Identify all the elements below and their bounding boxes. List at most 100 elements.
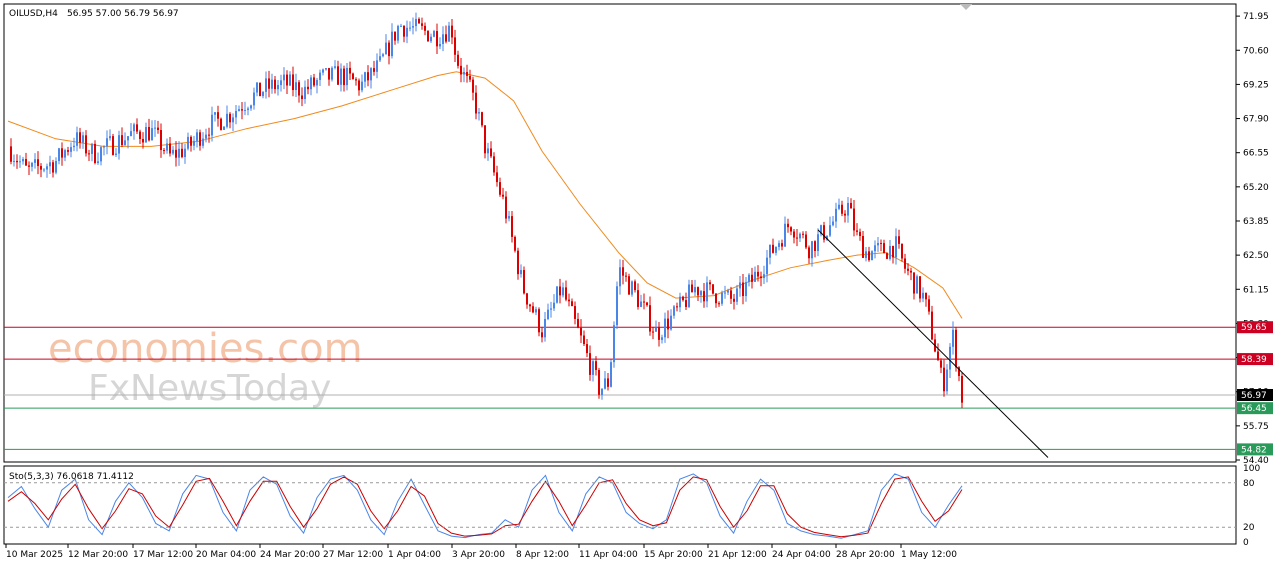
candle-body [64,150,66,158]
candle-body [451,25,453,38]
candle-body [799,233,801,239]
candle-body [316,79,318,86]
candle-body [502,194,504,197]
candle-body [754,271,756,282]
candle-body [709,282,711,285]
candle-body [28,165,30,167]
candle-body [328,68,330,80]
candle-body [454,37,456,55]
candle-body [757,271,759,277]
candle-body [523,270,525,294]
candle-body [592,361,594,375]
candle-body [73,145,75,148]
candle-body [727,290,729,293]
candle-body [295,82,297,91]
x-tick-label: 1 Apr 04:00 [388,550,441,560]
candle-body [682,296,684,301]
candle-body [166,143,168,151]
candle-body [352,73,354,80]
candle-body [724,292,726,294]
candle-body [718,303,720,305]
candle-body [916,276,918,294]
candle-body [823,225,825,240]
candle-body [496,172,498,183]
candle-body [16,160,18,163]
candle-body [13,160,15,162]
candle-body [778,243,780,247]
y-tick-label: 69.25 [1243,80,1269,90]
candle-body [226,113,228,127]
candle-body [619,267,621,287]
candle-body [187,136,189,149]
candle-body [25,159,27,166]
candle-body [925,292,927,300]
candle-body [646,302,648,306]
candle-body [157,127,159,131]
candle-body [733,298,735,302]
candle-body [604,378,606,389]
candle-body [541,332,543,338]
candle-body [130,131,132,137]
candle-body [853,208,855,231]
candle-body [610,362,612,387]
candle-body [538,309,540,333]
candle-body [670,315,672,330]
candle-body [931,311,933,340]
candle-body [829,225,831,236]
candle-body [70,147,72,152]
candle-body [595,361,597,370]
candle-body [223,126,225,130]
candle-body [172,149,174,154]
chart-canvas: economies.com FxNewsToday OILUSD,H4 56.9… [3,3,1273,560]
candle-body [526,293,528,305]
candle-body [484,125,486,154]
candle-body [220,118,222,130]
candle-body [271,79,273,89]
candle-body [700,291,702,296]
candle-body [400,25,402,27]
candle-body [448,25,450,42]
watermark-economies: economies.com [48,326,363,372]
candle-body [898,236,900,244]
candle-body [922,292,924,299]
candle-body [913,272,915,294]
candle-body [244,109,246,111]
candle-body [466,71,468,76]
stoch-level-label: 20 [1243,523,1255,533]
candle-body [139,131,141,139]
candle-body [805,234,807,248]
candle-body [880,242,882,244]
candle-body [358,80,360,91]
candle-body [907,268,909,271]
y-tick-label: 62.50 [1243,251,1269,261]
candle-body [67,150,69,152]
candle-body [394,31,396,41]
candle-body [88,153,90,155]
candle-body [376,60,378,72]
candle-body [106,138,108,147]
candle-body [577,318,579,328]
candle-body [742,282,744,297]
candle-body [892,246,894,258]
candle-body [772,244,774,253]
candle-body [679,296,681,308]
candle-body [661,337,663,340]
candle-body [286,74,288,86]
candle-body [469,75,471,80]
candle-body [100,147,102,162]
candle-body [109,136,111,139]
candle-body [574,306,576,319]
candle-body [298,82,300,96]
level-tag-label: 56.97 [1241,391,1267,401]
candle-body [214,112,216,115]
candle-body [124,140,126,146]
candle-body [364,72,366,82]
candle-body [889,246,891,259]
candle-body [421,23,423,26]
candle-body [118,135,120,154]
candle-body [415,18,417,27]
candle-body [676,306,678,308]
y-tick-label: 65.20 [1243,183,1269,193]
candle-body [508,216,510,219]
candle-body [433,31,435,37]
